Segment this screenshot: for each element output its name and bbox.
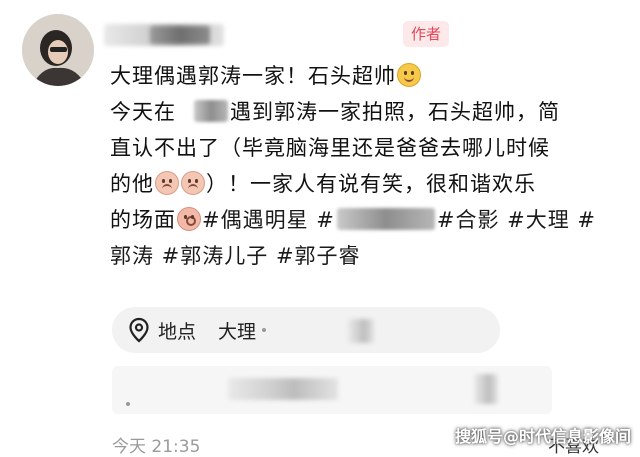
comment-input-bar[interactable] (112, 366, 552, 414)
post-text: 遇到郭涛一家拍照，石头超帅，简 (230, 100, 560, 124)
location-label: 地点 (158, 320, 197, 343)
location-chip[interactable]: 地点 大理 (112, 307, 500, 353)
blurred-location-detail (348, 319, 374, 343)
post-time: 今天 21:35 (112, 437, 201, 457)
smile-emoji-icon (397, 63, 421, 87)
separator-dot (262, 328, 267, 332)
blurred-hashtag (336, 208, 435, 230)
blurred-comment-text (228, 378, 338, 400)
post-line-5: 郭涛 #郭涛儿子 #郭子睿 (110, 238, 620, 274)
blurred-comment-avatar (474, 374, 498, 404)
post-line-2: 直认不出了（毕竟脑海里还是爸爸去哪儿时候 (110, 130, 620, 166)
post-content: 大理偶遇郭涛一家！石头超帅 今天在 遇到郭涛一家拍照，石头超帅，简 直认不出了（毕… (110, 58, 620, 274)
post-text: 直认不出了（毕竟脑海里还是爸爸去哪儿时候 (110, 136, 550, 160)
post-title-line: 大理偶遇郭涛一家！石头超帅 (110, 58, 620, 94)
avatar[interactable] (22, 14, 94, 86)
crying-emoji-icon (181, 171, 205, 195)
hashtag-link[interactable]: 郭涛 #郭涛儿子 #郭子睿 (110, 244, 361, 268)
post-text: ）！一家人有说有笑，很和谐欢乐 (206, 172, 536, 196)
post-line-1: 今天在 遇到郭涛一家拍照，石头超帅，简 (110, 94, 620, 130)
author-badge: 作者 (403, 21, 449, 47)
location-value: 大理 (218, 320, 257, 343)
shocked-emoji-icon (177, 207, 201, 231)
pin-icon (129, 317, 149, 343)
post-text: 今天在 (110, 100, 176, 124)
post-title: 大理偶遇郭涛一家！石头超帅 (110, 64, 396, 88)
post-line-4: 的场面 #偶遇明星 # #合影 #大理 # (110, 202, 620, 238)
blurred-place (194, 100, 228, 122)
post-line-3: 的他 ）！一家人有说有笑，很和谐欢乐 (110, 166, 620, 202)
username-blurred-dark (150, 26, 210, 44)
hashtag-link[interactable]: #偶遇明星 # (202, 208, 335, 232)
post-text: 的场面 (110, 208, 176, 232)
crying-emoji-icon (155, 171, 179, 195)
watermark: 搜狐号@时代信息影像间 (455, 427, 632, 446)
comment-dot (126, 402, 130, 406)
hashtag-link[interactable]: #合影 #大理 # (437, 208, 596, 232)
avatar-image (22, 14, 94, 86)
post-text: 的他 (110, 172, 154, 196)
